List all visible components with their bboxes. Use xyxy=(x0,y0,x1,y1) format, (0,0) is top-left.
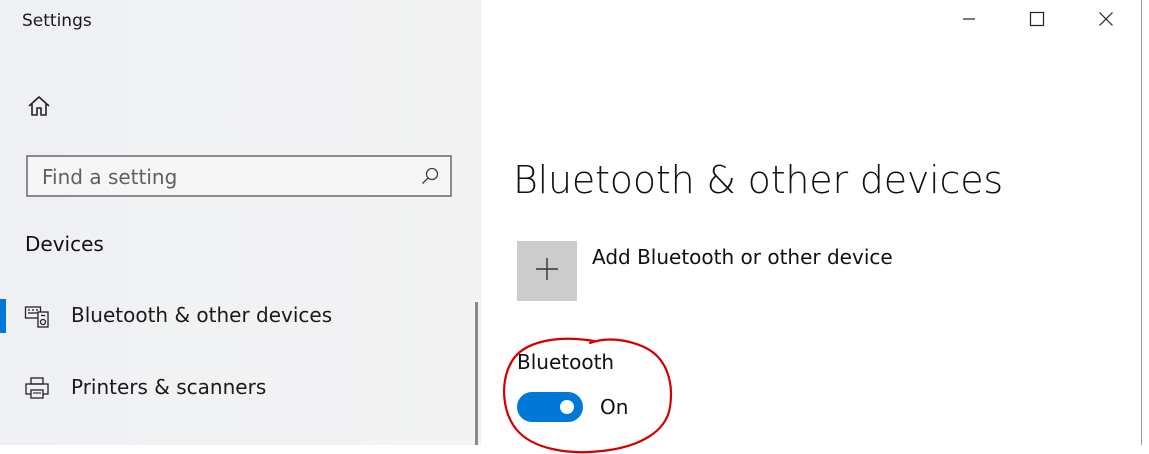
section-heading: Devices xyxy=(25,232,104,256)
maximize-button[interactable] xyxy=(1017,6,1057,36)
bluetooth-toggle[interactable] xyxy=(517,392,583,422)
plus-icon xyxy=(534,256,560,286)
settings-window: Settings Devices xyxy=(0,0,1149,454)
bluetooth-devices-icon xyxy=(24,303,50,329)
home-icon[interactable] xyxy=(26,93,52,119)
selection-indicator xyxy=(0,299,6,333)
search-input[interactable] xyxy=(42,164,402,190)
minimize-icon xyxy=(961,11,977,31)
sidebar-item-label: Printers & scanners xyxy=(71,375,267,399)
sidebar-item-printers[interactable]: Printers & scanners xyxy=(0,371,470,417)
sidebar-scrollbar[interactable] xyxy=(475,302,478,445)
sidebar-item-label: Bluetooth & other devices xyxy=(71,303,333,327)
minimize-button[interactable] xyxy=(949,6,989,36)
add-device-button[interactable] xyxy=(517,241,577,301)
maximize-icon xyxy=(1029,11,1045,31)
printer-icon xyxy=(24,375,50,401)
add-device-label[interactable]: Add Bluetooth or other device xyxy=(592,245,893,269)
app-title: Settings xyxy=(22,11,92,31)
toggle-knob xyxy=(560,400,574,414)
bluetooth-label: Bluetooth xyxy=(517,350,615,374)
close-button[interactable] xyxy=(1086,6,1126,36)
sidebar: Settings Devices xyxy=(0,0,481,445)
search-box[interactable] xyxy=(26,155,452,197)
sidebar-item-bluetooth[interactable]: Bluetooth & other devices xyxy=(0,299,470,345)
search-icon[interactable] xyxy=(420,166,440,186)
main-content xyxy=(481,0,1141,445)
page-title: Bluetooth & other devices xyxy=(513,158,1004,202)
close-icon xyxy=(1098,11,1114,31)
toggle-state-label: On xyxy=(600,395,629,419)
bottom-strip xyxy=(0,445,1149,454)
window-border xyxy=(1141,0,1142,445)
